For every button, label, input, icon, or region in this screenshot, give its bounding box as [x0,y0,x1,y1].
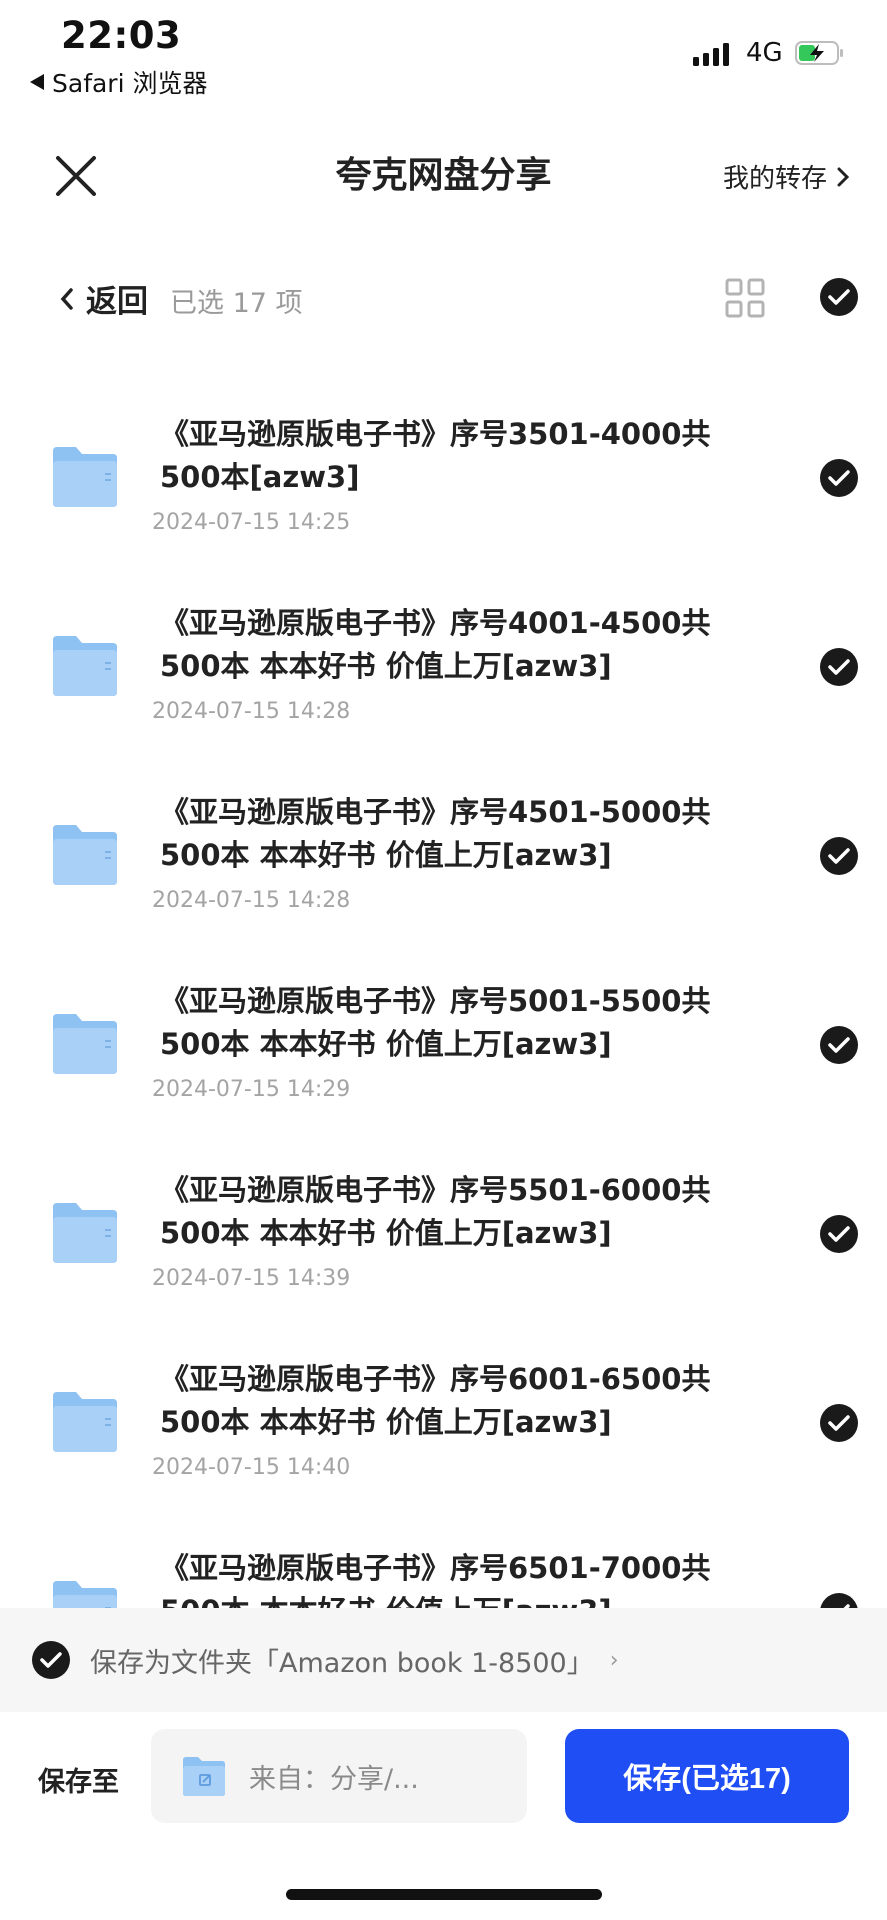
back-app-label: Safari 浏览器 [52,69,208,98]
file-name: 《亚马逊原版电子书》序号5501-6000共500本 本本好书 价值上万[azw… [160,1173,711,1250]
destination-text: 来自：分享/... [249,1763,419,1795]
destination-picker[interactable]: 来自：分享/... [151,1729,527,1823]
file-row[interactable]: 《亚马逊原版电子书》序号6501-7000共500本 本本好书 价值上万[azw… [0,1529,887,1608]
save-button[interactable]: 保存(已选17) [565,1729,849,1823]
file-name: 《亚马逊原版电子书》序号5001-5500共500本 本本好书 价值上万[azw… [160,984,711,1061]
folder-icon [183,1757,225,1796]
folder-icon [53,1581,117,1608]
file-name: 《亚马逊原版电子书》序号4001-4500共500本 本本好书 价值上万[azw… [160,606,711,683]
file-name: 《亚马逊原版电子书》序号3501-4000共500本[azw3] [160,417,711,494]
back-label: 返回 [86,284,148,320]
file-name: 《亚马逊原版电子书》序号6001-6500共500本 本本好书 价值上万[azw… [160,1362,711,1439]
save-as-folder-option[interactable]: 保存为文件夹「Amazon book 1-8500」 › [0,1608,887,1712]
check-circle-icon[interactable] [820,648,858,686]
file-date: 2024-07-15 14:28 [152,888,351,913]
check-circle-icon[interactable] [820,1404,858,1442]
screen: 22:03 Safari 浏览器 4G 夸克网盘分享 我的转存 返回 已选 17… [0,0,887,1920]
file-date: 2024-07-15 14:39 [152,1266,351,1291]
back-triangle-icon [30,74,44,90]
file-date: 2024-07-15 14:40 [152,1455,351,1480]
check-circle-icon[interactable] [820,1026,858,1064]
save-to-label: 保存至 [38,1767,119,1798]
file-name: 《亚马逊原版电子书》序号4501-5000共500本 本本好书 价值上万[azw… [160,795,711,872]
selected-count: 已选 17 项 [170,288,303,319]
battery-charging-icon [795,41,843,65]
save-as-folder-label: 保存为文件夹「Amazon book 1-8500」 [90,1647,594,1679]
file-name: 《亚马逊原版电子书》序号6501-7000共500本 本本好书 价值上万[azw… [160,1551,711,1608]
back-to-app[interactable]: Safari 浏览器 [30,64,207,100]
file-row[interactable]: 《亚马逊原版电子书》序号3501-4000共500本[azw3] 2024-07… [0,395,887,584]
file-date: 2024-07-15 14:25 [152,510,351,535]
file-list: 《亚马逊原版电子书》序号3501-4000共500本[azw3] 2024-07… [0,395,887,1608]
my-transfers-label: 我的转存 [722,164,827,194]
file-row[interactable]: 《亚马逊原版电子书》序号5501-6000共500本 本本好书 价值上万[azw… [0,1151,887,1340]
file-date: 2024-07-15 14:29 [152,1077,351,1102]
file-row[interactable]: 《亚马逊原版电子书》序号4001-4500共500本 本本好书 价值上万[azw… [0,584,887,773]
chevron-right-icon: › [609,1647,619,1673]
file-row[interactable]: 《亚马逊原版电子书》序号5001-5500共500本 本本好书 价值上万[azw… [0,962,887,1151]
home-indicator[interactable] [286,1889,602,1900]
folder-icon [53,636,117,696]
chevron-right-icon [837,167,849,186]
my-transfers-link[interactable]: 我的转存 [723,158,849,195]
folder-icon [53,447,117,507]
folder-icon [53,1014,117,1074]
chevron-left-icon [60,287,73,310]
folder-icon [53,825,117,885]
grid-view-icon[interactable] [725,278,765,318]
file-date: 2024-07-15 14:28 [152,699,351,724]
check-circle-icon[interactable] [820,1593,858,1608]
check-circle-icon[interactable] [820,837,858,875]
check-circle-icon[interactable] [32,1641,70,1679]
file-row[interactable]: 《亚马逊原版电子书》序号4501-5000共500本 本本好书 价值上万[azw… [0,773,887,962]
select-all-check-icon[interactable] [820,278,858,316]
folder-icon [53,1392,117,1452]
signal-bars-icon [693,42,729,66]
network-type: 4G [746,38,783,68]
status-time: 22:03 [61,14,182,57]
folder-icon [53,1203,117,1263]
back-button[interactable]: 返回 [60,276,148,321]
file-row[interactable]: 《亚马逊原版电子书》序号6001-6500共500本 本本好书 价值上万[azw… [0,1340,887,1529]
check-circle-icon[interactable] [820,459,858,497]
check-circle-icon[interactable] [820,1215,858,1253]
